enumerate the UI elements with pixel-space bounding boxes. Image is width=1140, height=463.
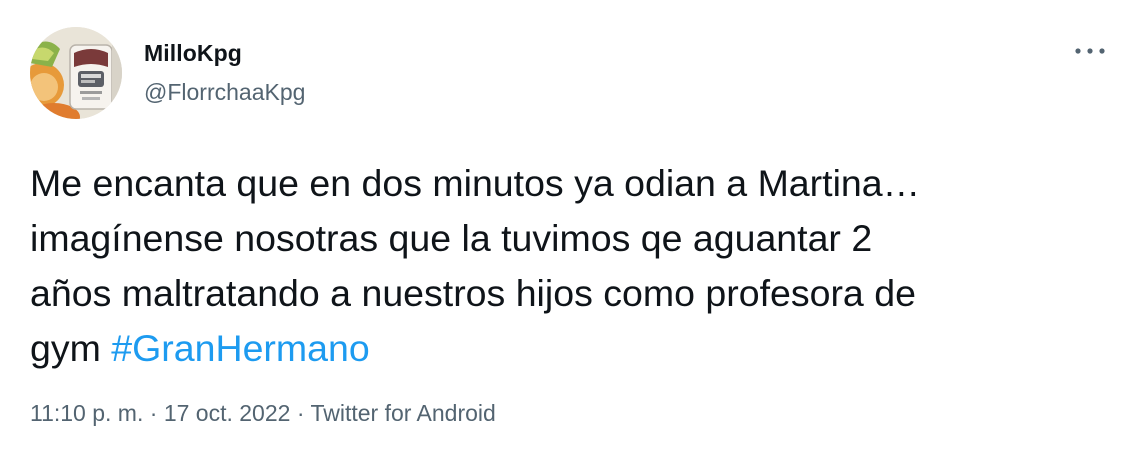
meta-separator: · [290, 400, 311, 426]
author-display-name[interactable]: MilloKpg [144, 40, 242, 67]
profile-photo-icon [30, 27, 122, 119]
more-options-button[interactable] [1070, 36, 1110, 66]
tweet-metadata: 11:10 p. m. · 17 oct. 2022 · Twitter for… [30, 400, 496, 427]
tweet-card: MilloKpg @FlorrchaaKpg Me encanta que en… [0, 0, 1140, 463]
author-handle[interactable]: @FlorrchaaKpg [144, 79, 305, 106]
hashtag-link[interactable]: #GranHermano [111, 327, 369, 369]
tweet-date[interactable]: 17 oct. 2022 [164, 400, 291, 426]
tweet-text: Me encanta que en dos minutos ya odian a… [30, 156, 1110, 376]
tweet-source[interactable]: Twitter for Android [310, 400, 495, 426]
tweet-time[interactable]: 11:10 p. m. [30, 400, 143, 426]
more-dots-icon [1075, 48, 1105, 54]
avatar[interactable] [30, 27, 122, 119]
meta-separator: · [143, 400, 164, 426]
